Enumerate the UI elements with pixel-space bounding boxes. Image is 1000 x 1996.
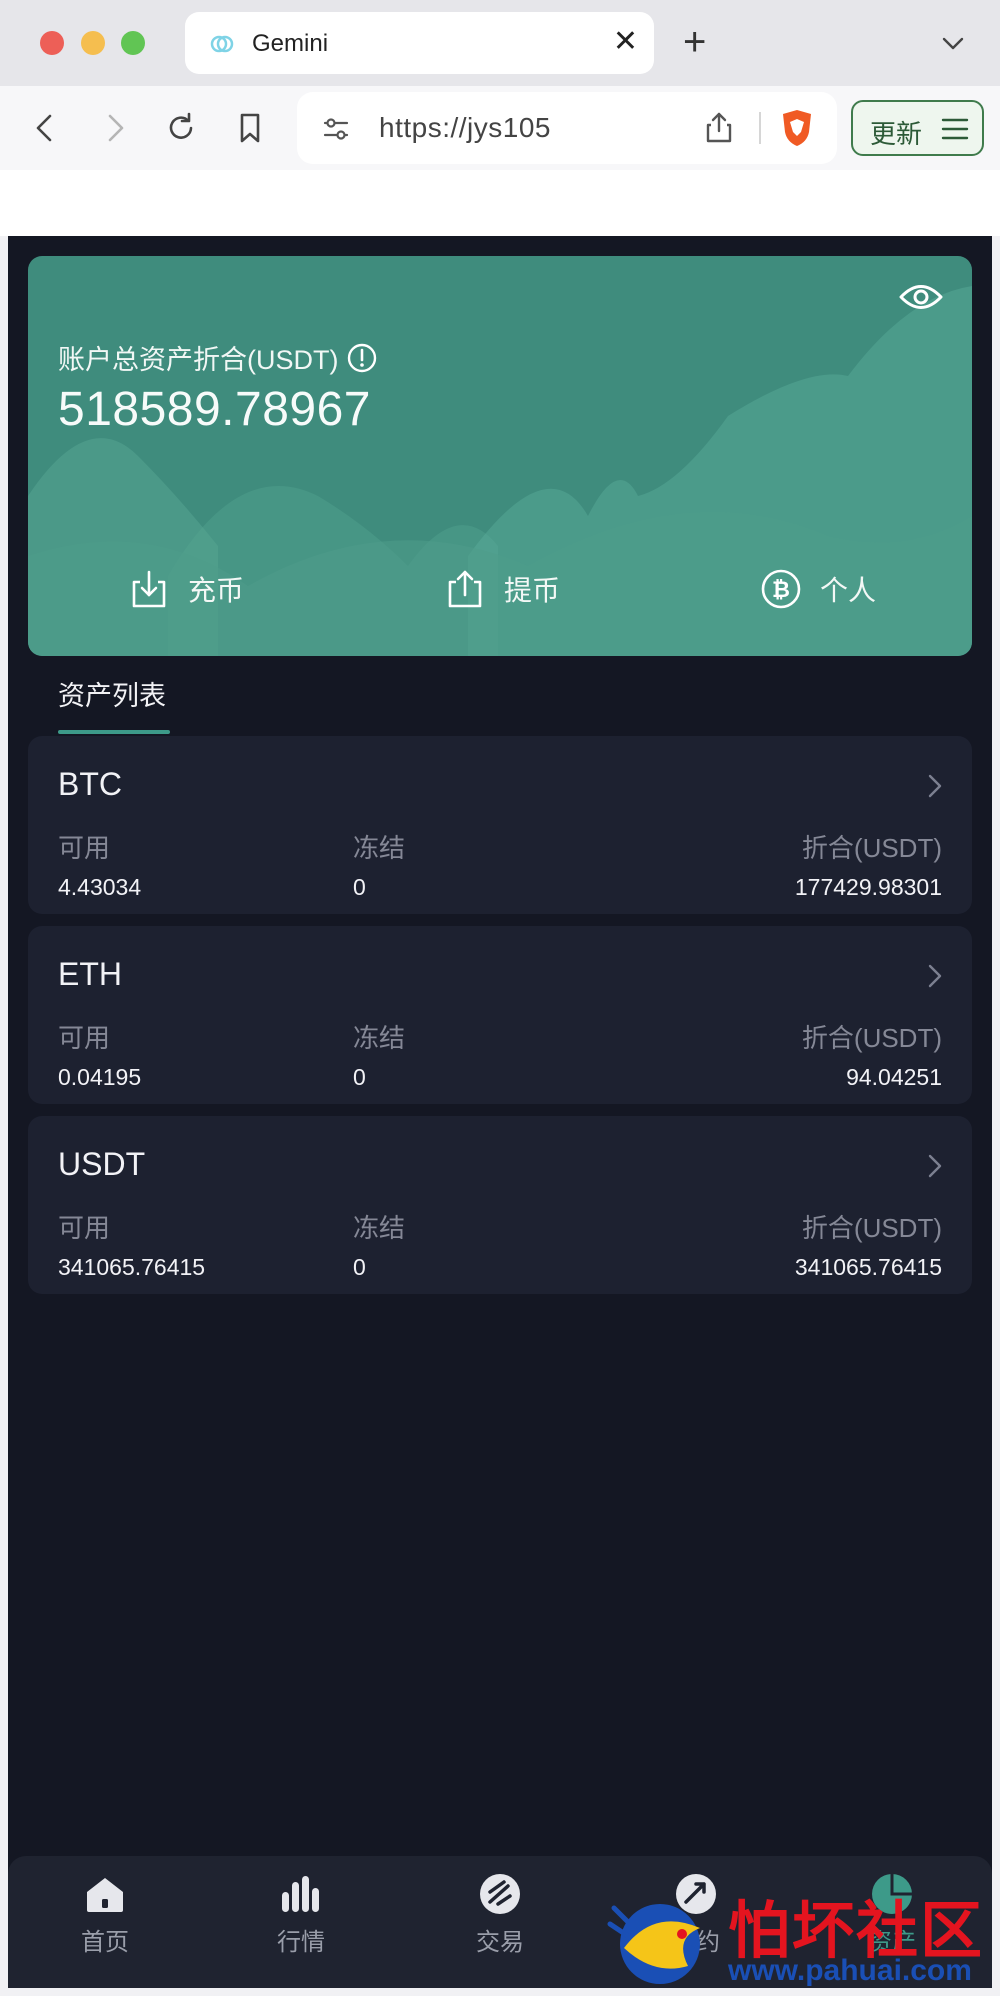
bookmark-icon[interactable] — [232, 110, 268, 146]
usdt-value-label: 折合(USDT) — [801, 1023, 942, 1053]
bitcoin-icon: ₿ — [761, 569, 801, 609]
eye-toggle-icon[interactable] — [898, 278, 944, 316]
withdraw-button[interactable]: 提币 — [444, 566, 560, 612]
window-zoom-button[interactable] — [121, 31, 145, 55]
withdraw-label: 提币 — [504, 575, 561, 606]
url-separator — [759, 112, 761, 144]
available-label: 可用 — [58, 1023, 111, 1053]
available-label: 可用 — [58, 1213, 111, 1243]
personal-label: 个人 — [820, 575, 877, 606]
total-asset-card: 账户总资产折合(USDT) 518589.78967 充币 提币 ₿ 个人 — [28, 256, 972, 656]
browser-titlebar: Gemini ✕ + — [0, 0, 1000, 86]
frozen-label: 冻结 — [353, 1023, 406, 1053]
home-icon — [87, 1878, 123, 1912]
usdt-value-label: 折合(USDT) — [801, 833, 942, 863]
asset-card-btc[interactable]: BTC 可用 冻结 折合(USDT) 4.43034 0 177429.9830… — [28, 736, 972, 914]
chevron-right-icon — [928, 1154, 942, 1178]
new-tab-button[interactable]: + — [683, 22, 706, 62]
svg-text:₿: ₿ — [772, 578, 790, 603]
tab-close-icon[interactable]: ✕ — [613, 26, 638, 58]
usdt-value: 177429.98301 — [794, 874, 942, 900]
watermark-url: www.pahuai.com — [728, 1954, 972, 1987]
asset-list-tab-indicator — [58, 730, 170, 734]
asset-list-tab[interactable]: 资产列表 — [58, 674, 166, 713]
tab-list-chevron-down-icon[interactable] — [940, 30, 966, 56]
exchange-icon — [480, 1874, 520, 1914]
asset-card-eth[interactable]: ETH 可用 冻结 折合(USDT) 0.04195 0 94.04251 — [28, 926, 972, 1104]
tab-market-label: 行情 — [277, 1929, 325, 1956]
info-icon[interactable] — [346, 342, 378, 374]
reload-icon[interactable] — [163, 110, 199, 146]
forward-arrow-icon[interactable] — [96, 110, 132, 146]
coin-name: USDT — [58, 1146, 146, 1182]
chevron-right-icon — [928, 964, 942, 988]
tab-home[interactable]: 首页 — [45, 1872, 165, 1957]
usdt-value-label: 折合(USDT) — [801, 1213, 942, 1243]
address-bar[interactable]: https://jys105 — [297, 92, 837, 164]
deposit-button[interactable]: 充币 — [128, 566, 244, 612]
coin-name: BTC — [58, 766, 122, 802]
browser-toolbar: https://jys105 更新 — [0, 86, 1000, 170]
window-minimize-button[interactable] — [81, 31, 105, 55]
available-label: 可用 — [58, 833, 111, 863]
share-icon[interactable] — [703, 110, 735, 144]
frozen-value: 0 — [353, 874, 366, 900]
browser-tab-active[interactable]: Gemini ✕ — [185, 12, 654, 74]
personal-button[interactable]: ₿ 个人 — [760, 566, 876, 612]
tab-market[interactable]: 行情 — [241, 1872, 361, 1957]
update-label: 更新 — [870, 119, 923, 149]
brave-shield-icon[interactable] — [779, 108, 815, 148]
update-button[interactable]: 更新 — [851, 100, 984, 156]
page-top-strip — [0, 170, 1000, 236]
total-asset-value: 518589.78967 — [58, 383, 371, 436]
total-asset-label-text: 账户总资产折合(USDT) — [58, 345, 339, 375]
upload-icon — [448, 570, 482, 608]
tab-trade-label: 交易 — [476, 1929, 524, 1956]
total-asset-label: 账户总资产折合(USDT) — [58, 338, 378, 377]
frozen-label: 冻结 — [353, 833, 406, 863]
watermark-logo: 怕坏社区 www.pahuai.com — [604, 1880, 996, 1990]
window-close-button[interactable] — [40, 31, 64, 55]
asset-card-usdt[interactable]: USDT 可用 冻结 折合(USDT) 341065.76415 0 34106… — [28, 1116, 972, 1294]
available-value: 4.43034 — [58, 874, 142, 900]
tab-trade[interactable]: 交易 — [440, 1872, 560, 1957]
usdt-value: 341065.76415 — [794, 1254, 942, 1280]
usdt-value: 94.04251 — [846, 1064, 942, 1090]
app-viewport: 账户总资产折合(USDT) 518589.78967 充币 提币 ₿ 个人 资产… — [8, 236, 992, 1988]
frozen-value: 0 — [353, 1064, 366, 1090]
tab-home-label: 首页 — [81, 1929, 129, 1956]
frozen-label: 冻结 — [353, 1213, 406, 1243]
download-icon — [132, 570, 166, 608]
frozen-value: 0 — [353, 1254, 366, 1280]
back-arrow-icon[interactable] — [28, 110, 64, 146]
fish-logo-icon — [607, 1904, 700, 1984]
menu-icon — [941, 118, 969, 140]
coin-name: ETH — [58, 956, 122, 992]
url-text[interactable]: https://jys105 — [379, 112, 551, 144]
gemini-favicon-icon — [210, 35, 234, 53]
site-settings-icon[interactable] — [321, 114, 351, 144]
chevron-right-icon — [928, 774, 942, 798]
available-value: 0.04195 — [58, 1064, 142, 1090]
chart-bars-icon — [282, 1876, 319, 1912]
available-value: 341065.76415 — [58, 1254, 206, 1280]
tab-title: Gemini — [252, 30, 329, 57]
deposit-label: 充币 — [188, 575, 245, 606]
